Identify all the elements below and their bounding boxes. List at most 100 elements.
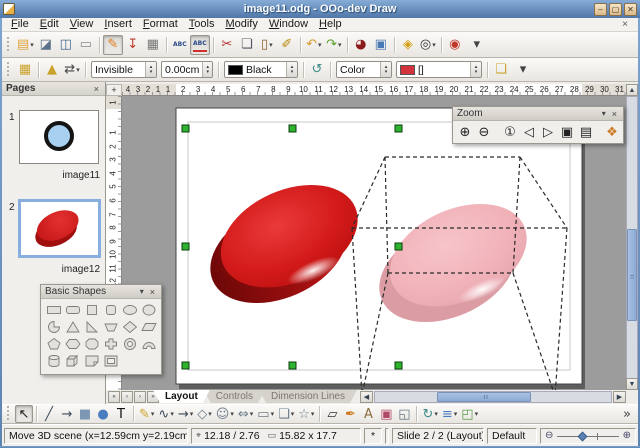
stars-button[interactable]: ☆▾ xyxy=(296,405,316,423)
zoom-out-button[interactable]: ⊖ xyxy=(475,123,493,141)
toolbar-grip-3[interactable] xyxy=(7,406,12,422)
zoom-palette-close-icon[interactable]: × xyxy=(610,109,619,119)
zoom-palette[interactable]: Zoom ▾ × ⊕⊖①◁▷▣▤❖ xyxy=(452,106,624,144)
arrow-button[interactable]: → xyxy=(58,405,76,423)
zoom-button[interactable]: ◎▾ xyxy=(418,35,438,55)
save-button[interactable]: ◫ xyxy=(56,35,76,55)
line-width-spin[interactable]: 0.00cm▴▾ xyxy=(161,61,213,78)
text-button[interactable]: T xyxy=(112,405,130,423)
open-button[interactable]: ◪ xyxy=(36,35,56,55)
toolbar-grip[interactable] xyxy=(7,37,12,53)
basic-shapes-button[interactable]: ◇▾ xyxy=(195,405,214,423)
tab-controls[interactable]: Controls xyxy=(204,390,265,403)
shape-rounded-rectangle[interactable] xyxy=(64,302,82,318)
print-button[interactable]: ▦ xyxy=(143,35,163,55)
shape-isosceles-triangle[interactable] xyxy=(64,319,82,335)
status-slide-info[interactable]: Slide 2 / 2 (Layout) xyxy=(392,428,484,444)
dropdown-arrow-icon[interactable]: ▾ xyxy=(208,410,212,418)
redo-button[interactable]: ↷▾ xyxy=(324,35,344,55)
first-page-tab-button[interactable]: « xyxy=(108,391,120,403)
connector-button[interactable]: ∿▾ xyxy=(156,405,175,423)
vertical-scrollbar[interactable] xyxy=(626,96,638,390)
basic-shapes-titlebar[interactable]: Basic Shapes ▾ × xyxy=(41,285,161,299)
menu-window[interactable]: Window xyxy=(264,18,313,31)
shape-circle-pie[interactable] xyxy=(45,319,63,335)
horizontal-scrollbar[interactable] xyxy=(374,391,612,403)
callouts-button[interactable]: ❏▾ xyxy=(276,405,296,423)
dropdown-arrow-icon[interactable]: ▾ xyxy=(338,41,342,49)
arrow-style-button[interactable]: ⇄▾ xyxy=(62,60,82,80)
shape-circle[interactable] xyxy=(140,302,158,318)
line-width-spin-spinner-icon[interactable]: ▴▾ xyxy=(202,62,212,77)
basic-shapes-menu-icon[interactable]: ▾ xyxy=(140,287,144,296)
shape-ellipse[interactable] xyxy=(121,302,139,318)
shape-cube[interactable] xyxy=(64,353,82,369)
menu-tools[interactable]: Tools xyxy=(184,18,220,31)
line-style-combo[interactable]: Invisible▴▾ xyxy=(91,61,157,78)
tab-dimension-lines[interactable]: Dimension Lines xyxy=(259,390,357,403)
glue-points-button[interactable]: ✒ xyxy=(341,405,359,423)
page-1-thumbnail[interactable] xyxy=(19,110,99,164)
toolbar-options-2-button[interactable]: ▾ xyxy=(513,60,533,80)
shape-frame[interactable] xyxy=(102,353,120,369)
document-as-email-button[interactable]: ▭ xyxy=(76,35,96,55)
copy-button[interactable]: ❏ xyxy=(237,35,257,55)
page-width-button[interactable]: ▤ xyxy=(577,123,595,141)
horizontal-scrollbar-thumb[interactable] xyxy=(437,392,531,402)
dropdown-arrow-icon[interactable]: ▾ xyxy=(475,410,479,418)
shape-octagon[interactable] xyxy=(83,336,101,352)
scroll-right-icon[interactable]: ▶ xyxy=(613,391,626,403)
entire-page-button[interactable]: ▣ xyxy=(558,123,576,141)
minimize-button[interactable]: – xyxy=(594,3,607,16)
shape-block-arc[interactable] xyxy=(140,336,158,352)
line-button[interactable]: ╱ xyxy=(40,405,58,423)
rectangle-button[interactable]: ■ xyxy=(76,405,94,423)
fill-color-combo[interactable]: []▴▾ xyxy=(396,61,482,78)
dropdown-arrow-icon[interactable]: ▾ xyxy=(318,41,322,49)
fill-style-combo[interactable]: Color▴▾ xyxy=(336,61,392,78)
auto-spellcheck-button[interactable]: ABC xyxy=(190,35,210,55)
zoom-in-icon[interactable]: ⊕ xyxy=(623,430,631,441)
zoom-slider-track[interactable] xyxy=(557,430,618,442)
shape-folded-corner[interactable] xyxy=(83,353,101,369)
lines-and-arrows-button[interactable]: →▾ xyxy=(176,405,195,423)
from-file-button[interactable]: ▣ xyxy=(377,405,395,423)
select-button[interactable]: ↖ xyxy=(15,405,33,423)
new-document-button[interactable]: ▤▾ xyxy=(15,35,36,55)
fill-color-combo-spinner-icon[interactable]: ▴▾ xyxy=(470,62,481,77)
zoom-palette-titlebar[interactable]: Zoom ▾ × xyxy=(453,107,623,121)
toolbar-grip-2[interactable] xyxy=(7,62,12,78)
cut-button[interactable]: ✂ xyxy=(217,35,237,55)
help-button[interactable]: ◉ xyxy=(445,35,465,55)
flowchart-button[interactable]: ▭▾ xyxy=(255,405,276,423)
shadow-button[interactable]: ❏ xyxy=(491,60,511,80)
dropdown-arrow-icon[interactable]: ▾ xyxy=(250,410,254,418)
close-button[interactable]: ✕ xyxy=(624,3,637,16)
insert-chart-button[interactable]: ◕ xyxy=(351,35,371,55)
shape-cross[interactable] xyxy=(102,336,120,352)
horizontal-ruler[interactable]: 4321123456789101112131415161718192021222… xyxy=(122,84,626,96)
more-buttons-button[interactable]: » xyxy=(618,405,636,423)
rotate-object-button[interactable]: ↻▾ xyxy=(420,405,439,423)
shape-rounded-square[interactable] xyxy=(102,302,120,318)
shape-parallelogram[interactable] xyxy=(140,319,158,335)
close-document-button[interactable]: × xyxy=(616,19,634,30)
status-page-style[interactable]: Default xyxy=(487,428,537,444)
symbol-shapes-button[interactable]: ☺▾ xyxy=(214,405,236,423)
export-pdf-button[interactable]: ↧ xyxy=(123,35,143,55)
ellipse-button[interactable]: ● xyxy=(94,405,112,423)
line-color-combo-spinner-icon[interactable]: ▴▾ xyxy=(286,62,297,77)
zoom-100-button[interactable]: ① xyxy=(501,123,519,141)
rotate-button[interactable]: ↺ xyxy=(307,60,327,80)
gallery-button[interactable]: ◱ xyxy=(395,405,413,423)
basic-shapes-close-icon[interactable]: × xyxy=(148,287,157,297)
line-style-combo-spinner-icon[interactable]: ▴▾ xyxy=(145,62,156,77)
dropdown-arrow-icon[interactable]: ▾ xyxy=(190,410,194,418)
zoom-next-button[interactable]: ▷ xyxy=(539,123,557,141)
fill-style-combo-spinner-icon[interactable]: ▴▾ xyxy=(380,62,391,77)
pages-panel-close-icon[interactable]: × xyxy=(92,84,101,94)
menu-file[interactable]: File xyxy=(6,18,34,31)
shape-regular-pentagon[interactable] xyxy=(45,336,63,352)
edit-points-button[interactable]: ▱ xyxy=(323,405,341,423)
dropdown-arrow-icon[interactable]: ▾ xyxy=(230,410,234,418)
